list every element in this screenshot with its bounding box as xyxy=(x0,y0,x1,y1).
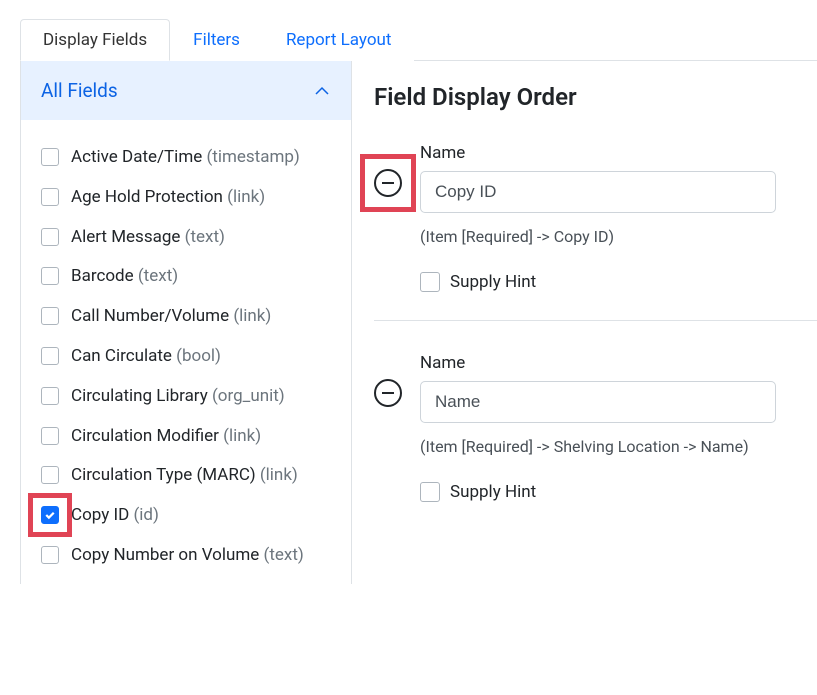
field-item: Barcode (text) xyxy=(41,257,335,297)
tab-bar: Display Fields Filters Report Layout xyxy=(20,18,817,61)
field-label: Circulation Modifier xyxy=(71,426,223,446)
field-item: Can Circulate (bool) xyxy=(41,337,335,377)
field-checkbox[interactable] xyxy=(41,307,59,325)
field-checkbox[interactable] xyxy=(41,466,59,484)
field-item: Active Date/Time (timestamp) xyxy=(41,138,335,178)
field-item: Circulating Library (org_unit) xyxy=(41,377,335,417)
display-order-list: Name (Item [Required] -> Copy ID) Supply H… xyxy=(374,111,817,530)
field-item: Copy Number on Volume (text) xyxy=(41,536,335,576)
accordion-title: All Fields xyxy=(41,79,118,102)
minus-icon xyxy=(382,392,394,394)
name-label: Name xyxy=(420,143,817,163)
main-panel: Field Display Order Name (Item [Required]… xyxy=(352,61,817,584)
field-list: Active Date/Time (timestamp)Age Hold Pro… xyxy=(21,120,351,584)
field-label: Can Circulate xyxy=(71,346,176,366)
display-order-item: Name (Item [Required] -> Shelving Locatio… xyxy=(374,321,817,530)
field-label: Copy ID xyxy=(71,505,133,525)
field-checkbox[interactable] xyxy=(41,427,59,445)
supply-hint-label: Supply Hint xyxy=(450,272,536,292)
field-path: (Item [Required] -> Shelving Location ->… xyxy=(420,437,817,456)
tab-report-layout[interactable]: Report Layout xyxy=(263,19,415,61)
field-path: (Item [Required] -> Copy ID) xyxy=(420,227,817,246)
field-item: Call Number/Volume (link) xyxy=(41,297,335,337)
field-checkbox[interactable] xyxy=(41,506,59,524)
field-type: (id) xyxy=(133,505,158,525)
supply-hint-checkbox[interactable] xyxy=(420,272,440,292)
supply-hint-row: Supply Hint xyxy=(420,482,817,502)
supply-hint-label: Supply Hint xyxy=(450,482,536,502)
tab-display-fields[interactable]: Display Fields xyxy=(20,19,170,61)
name-input[interactable] xyxy=(420,381,776,423)
field-checkbox[interactable] xyxy=(41,267,59,285)
field-type: (link) xyxy=(223,426,261,446)
field-type: (timestamp) xyxy=(206,147,299,167)
name-label: Name xyxy=(420,353,817,373)
field-checkbox[interactable] xyxy=(41,347,59,365)
field-label: Circulating Library xyxy=(71,386,212,406)
supply-hint-checkbox[interactable] xyxy=(420,482,440,502)
field-item: Copy ID (id) xyxy=(41,496,335,536)
remove-button[interactable] xyxy=(374,379,402,407)
field-type: (link) xyxy=(227,187,265,207)
name-input[interactable] xyxy=(420,171,776,213)
field-item: Circulation Modifier (link) xyxy=(41,417,335,457)
field-label: Age Hold Protection xyxy=(71,187,227,207)
minus-icon xyxy=(382,182,394,184)
field-item: Age Hold Protection (link) xyxy=(41,178,335,218)
field-type: (text) xyxy=(185,227,225,247)
field-checkbox[interactable] xyxy=(41,387,59,405)
field-label: Barcode xyxy=(71,266,138,286)
field-checkbox[interactable] xyxy=(41,148,59,166)
field-label: Alert Message xyxy=(71,227,185,247)
page-title: Field Display Order xyxy=(374,83,817,111)
all-fields-accordion[interactable]: All Fields xyxy=(21,61,351,120)
chevron-up-icon xyxy=(313,82,331,100)
field-type: (link) xyxy=(260,465,298,485)
field-type: (org_unit) xyxy=(212,386,285,406)
display-order-item: Name (Item [Required] -> Copy ID) Supply H… xyxy=(374,111,817,321)
remove-button[interactable] xyxy=(374,169,402,197)
field-label: Copy Number on Volume xyxy=(71,545,264,565)
field-type: (text) xyxy=(138,266,178,286)
field-label: Call Number/Volume xyxy=(71,306,233,326)
field-type: (link) xyxy=(233,306,271,326)
field-label: Circulation Type (MARC) xyxy=(71,465,260,485)
sidebar: All Fields Active Date/Time (timestamp)A… xyxy=(20,61,352,584)
field-checkbox[interactable] xyxy=(41,228,59,246)
field-label: Active Date/Time xyxy=(71,147,206,167)
field-type: (text) xyxy=(264,545,304,565)
field-item: Alert Message (text) xyxy=(41,218,335,258)
tab-filters[interactable]: Filters xyxy=(170,19,263,61)
field-checkbox[interactable] xyxy=(41,188,59,206)
field-checkbox[interactable] xyxy=(41,546,59,564)
field-item: Circulation Type (MARC) (link) xyxy=(41,456,335,496)
supply-hint-row: Supply Hint xyxy=(420,272,817,292)
field-type: (bool) xyxy=(176,346,221,366)
